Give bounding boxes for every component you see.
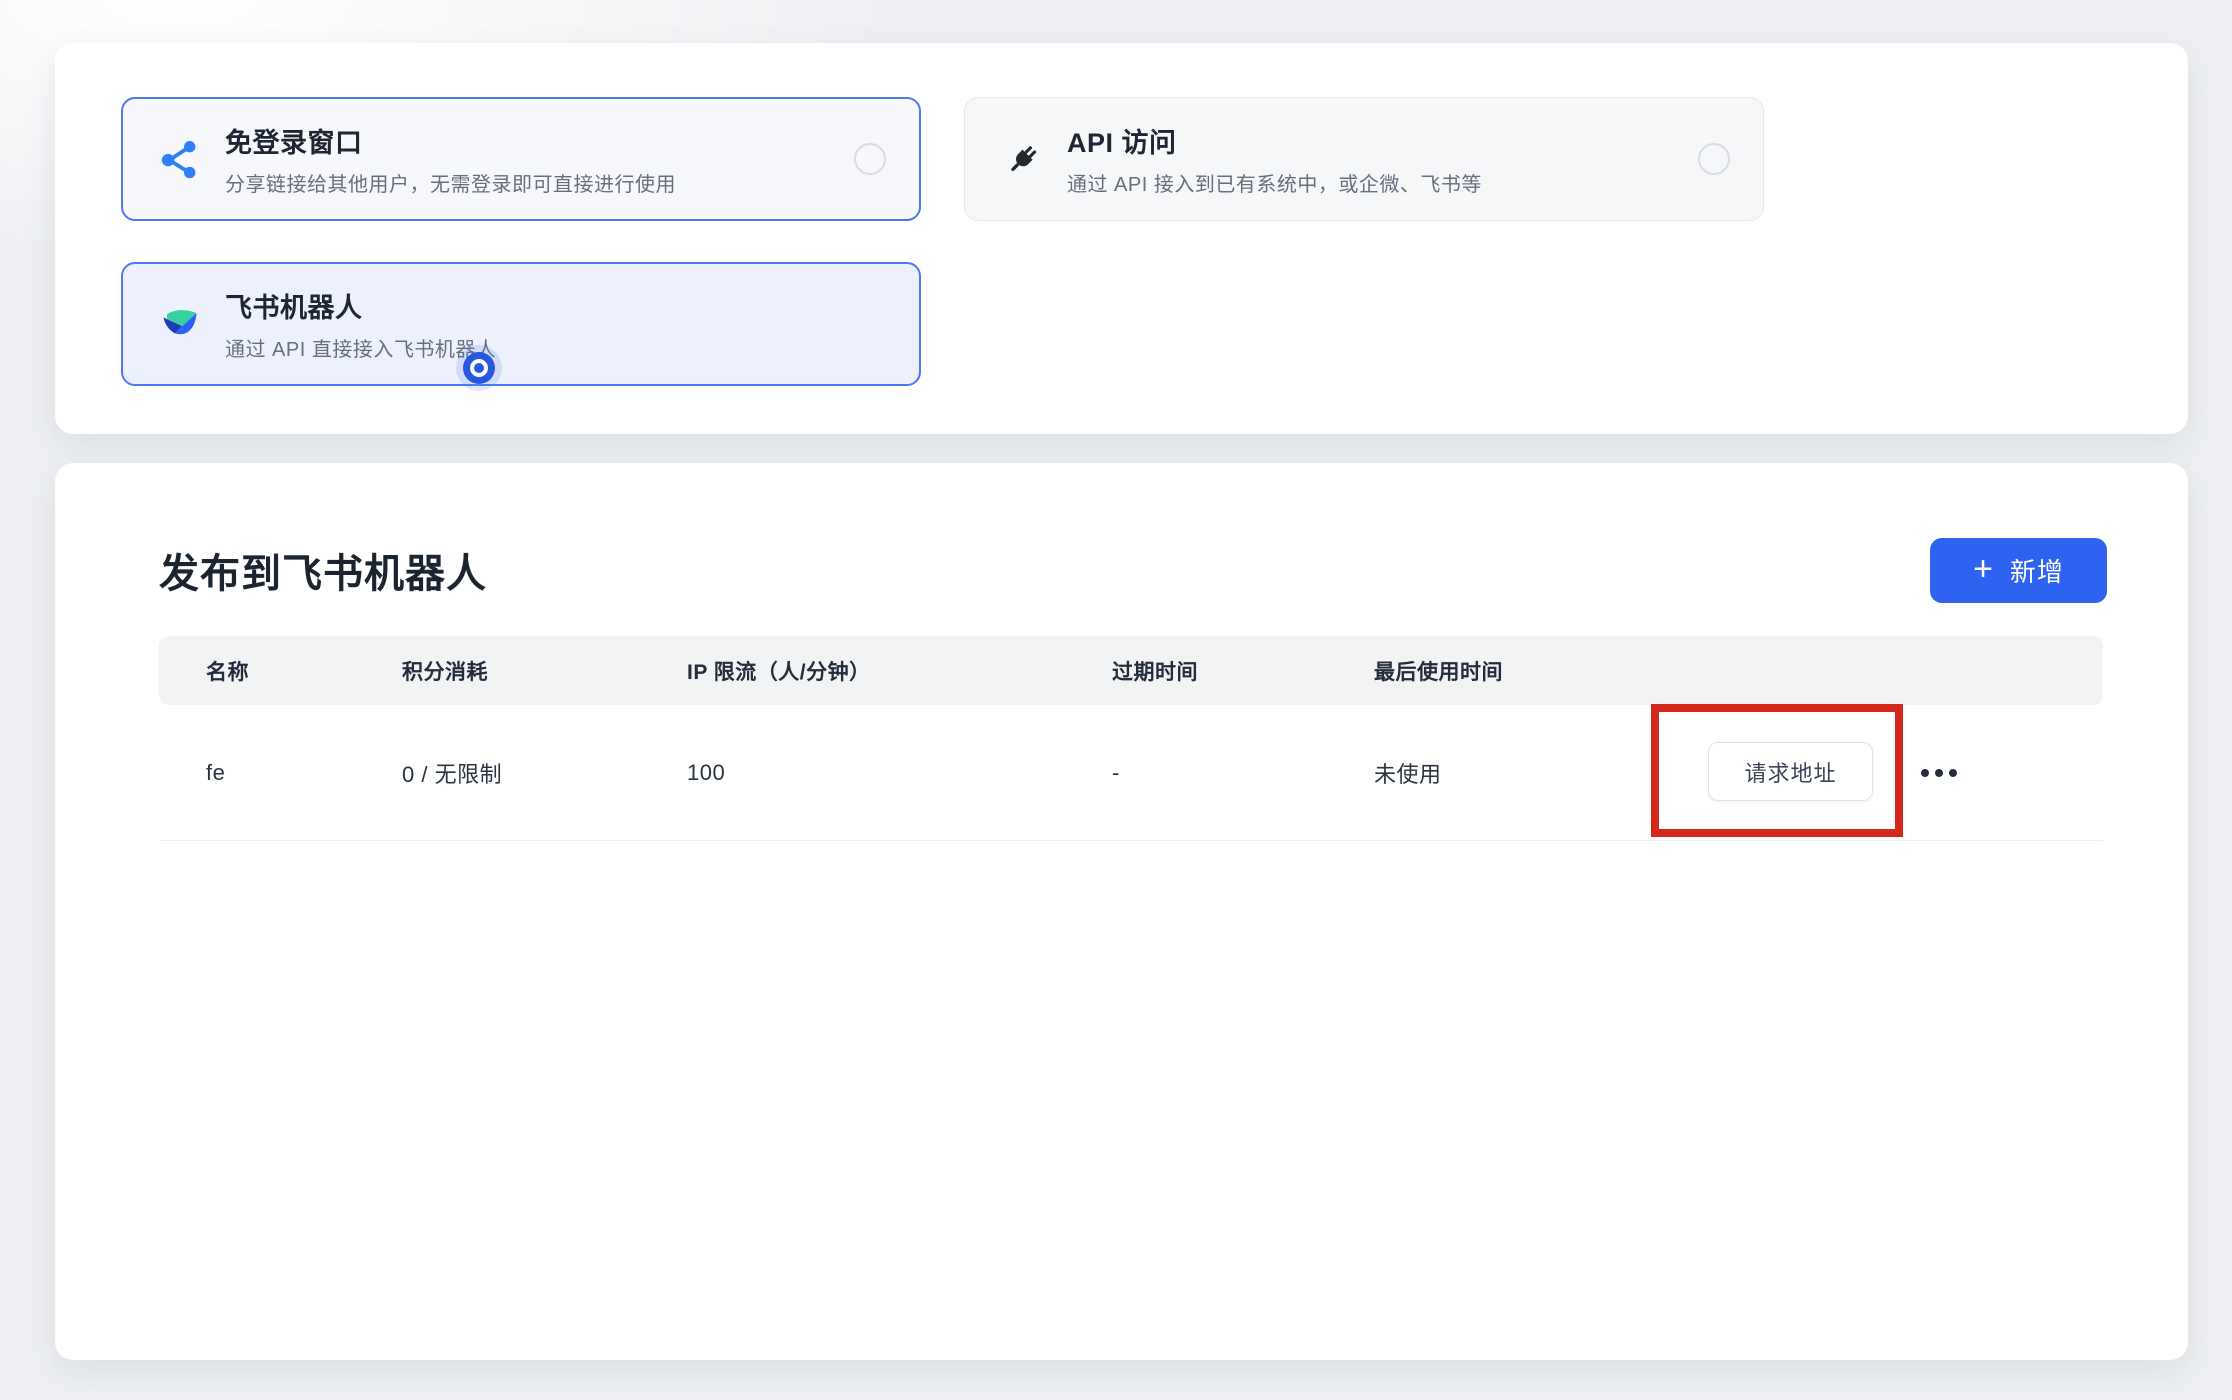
radio-feishu-bot-selected[interactable] bbox=[463, 352, 495, 384]
option-description: 通过 API 直接接入飞书机器人 bbox=[225, 333, 496, 362]
feishu-logo-icon bbox=[157, 301, 203, 347]
column-header-expire: 过期时间 bbox=[1112, 656, 1198, 686]
cell-credits: 0 / 无限制 bbox=[402, 757, 502, 789]
plus-icon: + bbox=[1973, 552, 1994, 586]
option-title: 飞书机器人 bbox=[225, 286, 496, 325]
column-header-last-used: 最后使用时间 bbox=[1374, 656, 1503, 686]
option-card-feishu-bot[interactable]: 飞书机器人 通过 API 直接接入飞书机器人 bbox=[121, 262, 921, 386]
column-header-name: 名称 bbox=[206, 656, 249, 686]
option-card-free-login[interactable]: 免登录窗口 分享链接给其他用户，无需登录即可直接进行使用 bbox=[121, 97, 921, 221]
feishu-bot-table-panel: 发布到飞书机器人 + 新增 名称 积分消耗 IP 限流（人/分钟） 过期时间 最… bbox=[55, 463, 2188, 1360]
option-description: 通过 API 接入到已有系统中，或企微、飞书等 bbox=[1067, 168, 1482, 197]
option-title: API 访问 bbox=[1067, 121, 1482, 160]
share-nodes-icon bbox=[157, 136, 203, 182]
option-card-api-access[interactable]: API 访问 通过 API 接入到已有系统中，或企微、飞书等 bbox=[964, 97, 1764, 221]
radio-api-access[interactable] bbox=[1698, 143, 1730, 175]
publish-options-panel: 免登录窗口 分享链接给其他用户，无需登录即可直接进行使用 API 访问 通过 A… bbox=[55, 43, 2188, 434]
cell-name: fe bbox=[206, 760, 225, 786]
ellipsis-more-icon[interactable] bbox=[1915, 763, 1963, 783]
table-row: fe 0 / 无限制 100 - 未使用 请求地址 bbox=[159, 705, 2103, 841]
cell-expire: - bbox=[1112, 760, 1120, 786]
add-button-label: 新增 bbox=[2010, 552, 2064, 589]
add-button[interactable]: + 新增 bbox=[1930, 538, 2107, 603]
cell-ip-limit: 100 bbox=[687, 760, 725, 786]
column-header-ip-limit: IP 限流（人/分钟） bbox=[687, 656, 871, 686]
radio-free-login[interactable] bbox=[854, 143, 886, 175]
plug-icon bbox=[999, 136, 1045, 182]
request-address-button[interactable]: 请求地址 bbox=[1708, 742, 1873, 801]
table-header-row: 名称 积分消耗 IP 限流（人/分钟） 过期时间 最后使用时间 bbox=[159, 636, 2103, 705]
section-title: 发布到飞书机器人 bbox=[159, 541, 487, 599]
option-description: 分享链接给其他用户，无需登录即可直接进行使用 bbox=[225, 168, 676, 197]
cell-last-used: 未使用 bbox=[1374, 757, 1442, 789]
option-title: 免登录窗口 bbox=[225, 121, 676, 160]
column-header-credits: 积分消耗 bbox=[402, 656, 488, 686]
